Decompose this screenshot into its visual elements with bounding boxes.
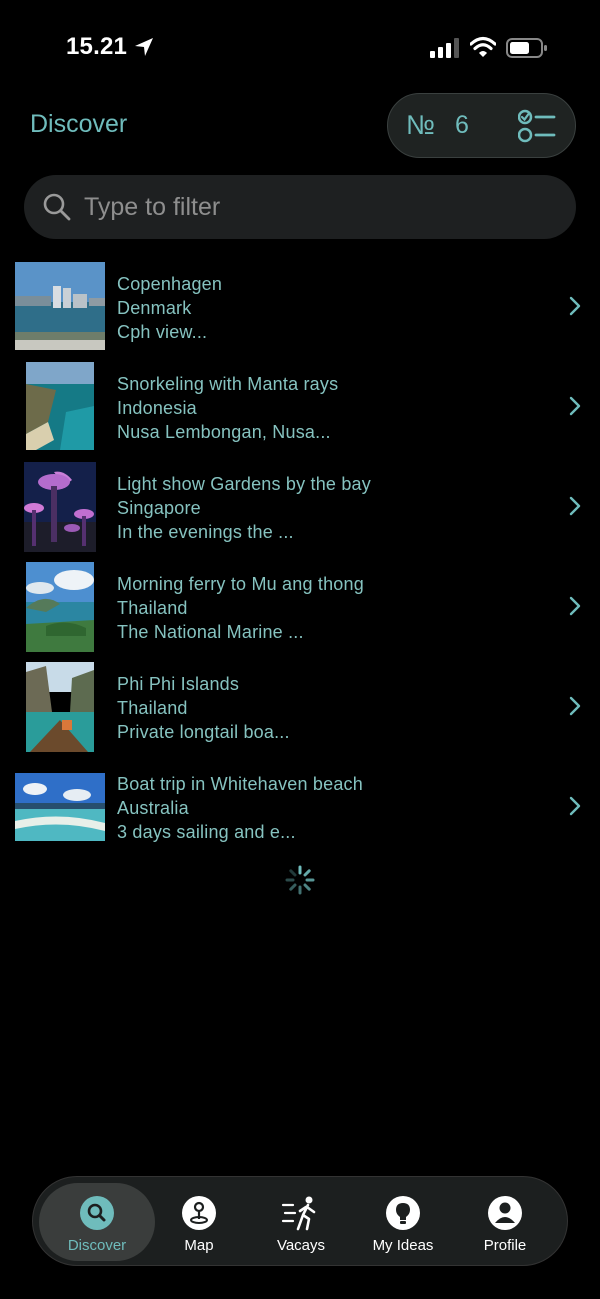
item-description: The National Marine ...	[117, 622, 304, 642]
thumbnail-image	[26, 562, 94, 652]
thumbnail-image	[15, 773, 105, 841]
tab-vacays[interactable]: Vacays	[249, 1183, 353, 1261]
item-title: Morning ferry to Mu ang thong	[117, 574, 364, 594]
item-country: Indonesia	[117, 398, 197, 418]
checklist-icon	[518, 109, 556, 143]
tab-bar: Discover Map Vacays My Ideas Profile	[32, 1176, 568, 1266]
tab-label: Vacays	[276, 1237, 326, 1254]
map-pin-icon	[182, 1196, 216, 1230]
list-item[interactable]: Morning ferry to Mu ang thong Thailand T…	[0, 556, 600, 656]
item-title: Boat trip in Whitehaven beach	[117, 774, 363, 794]
list-item[interactable]: Copenhagen Denmark Cph view...	[0, 256, 600, 356]
loading-spinner-icon	[285, 865, 315, 895]
tab-label: My Ideas	[372, 1237, 434, 1254]
search-icon	[80, 1196, 114, 1230]
item-country: Singapore	[117, 498, 201, 518]
search-icon	[43, 193, 71, 221]
filter-count-button[interactable]: № 6	[387, 93, 576, 158]
thumbnail-image	[26, 662, 94, 752]
item-description: Nusa Lembongan, Nusa...	[117, 422, 331, 442]
list-item[interactable]: Boat trip in Whitehaven beach Australia …	[0, 756, 600, 856]
item-description: 3 days sailing and e...	[117, 822, 296, 842]
page-title: Discover	[30, 110, 128, 138]
number-sign: №	[406, 110, 435, 140]
tab-label: Discover	[67, 1237, 127, 1254]
walking-person-icon	[281, 1196, 316, 1231]
wifi-icon	[470, 36, 496, 57]
item-country: Australia	[117, 798, 189, 818]
chevron-right-icon	[569, 796, 581, 816]
item-country: Denmark	[117, 298, 192, 318]
tab-map[interactable]: Map	[147, 1183, 251, 1261]
chevron-right-icon	[569, 496, 581, 516]
status-time: 15.21	[66, 33, 128, 60]
tab-label: Map	[184, 1237, 214, 1254]
list-item[interactable]: Light show Gardens by the bay Singapore …	[0, 456, 600, 556]
tab-profile[interactable]: Profile	[453, 1183, 557, 1261]
lightbulb-icon	[386, 1196, 420, 1230]
location-arrow-icon	[135, 38, 153, 56]
item-count: 6	[455, 111, 469, 139]
item-title: Phi Phi Islands	[117, 674, 240, 694]
item-title: Light show Gardens by the bay	[117, 474, 371, 494]
status-bar: 15.21	[0, 0, 600, 90]
tab-my-ideas[interactable]: My Ideas	[351, 1183, 455, 1261]
thumbnail-image	[24, 462, 96, 552]
chevron-right-icon	[569, 696, 581, 716]
search-bar[interactable]	[24, 175, 576, 239]
chevron-right-icon	[569, 596, 581, 616]
item-description: In the evenings the ...	[117, 522, 294, 542]
item-title: Copenhagen	[117, 274, 223, 294]
item-country: Thailand	[117, 598, 188, 618]
item-description: Private longtail boa...	[117, 722, 290, 742]
tab-label: Profile	[483, 1237, 527, 1254]
item-description: Cph view...	[117, 322, 208, 342]
tab-discover[interactable]: Discover	[39, 1183, 155, 1261]
battery-icon	[506, 38, 547, 58]
item-title: Snorkeling with Manta rays	[117, 374, 339, 394]
person-icon	[488, 1196, 522, 1230]
list-item[interactable]: Phi Phi Islands Thailand Private longtai…	[0, 656, 600, 756]
thumbnail-image	[15, 262, 105, 350]
search-input[interactable]	[84, 189, 554, 225]
chevron-right-icon	[569, 396, 581, 416]
cellular-signal-icon	[430, 38, 459, 58]
list-item[interactable]: Snorkeling with Manta rays Indonesia Nus…	[0, 356, 600, 456]
thumbnail-image	[26, 362, 94, 450]
item-country: Thailand	[117, 698, 188, 718]
chevron-right-icon	[569, 296, 581, 316]
